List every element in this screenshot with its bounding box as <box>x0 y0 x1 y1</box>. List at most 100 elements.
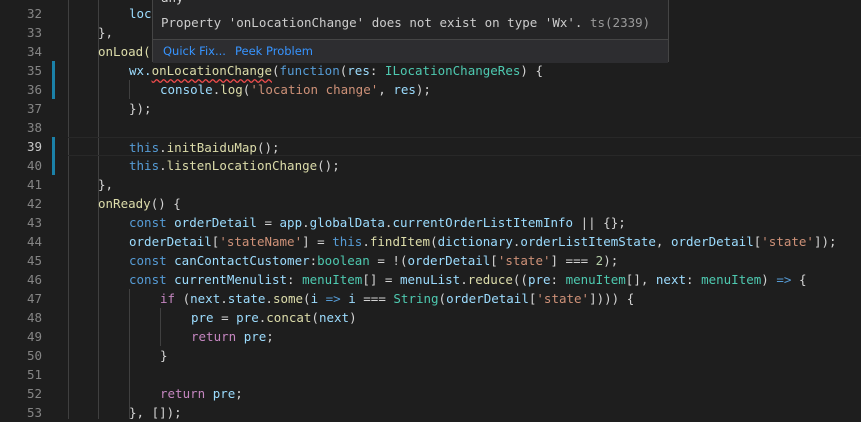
token: ) <box>761 272 777 287</box>
token: const <box>129 272 175 287</box>
token: menuList <box>399 272 461 287</box>
code-line: wx.onLocationChange(function(res: ILocat… <box>68 61 861 80</box>
code-editor[interactable]: 32 33 34 35 36 37 38 39 40 41 42 43 44 4… <box>0 0 861 420</box>
line-number-gutter[interactable]: 32 33 34 35 36 37 38 39 40 41 42 43 44 4… <box>0 0 68 420</box>
token: () { <box>150 196 181 211</box>
token: ); <box>603 253 619 268</box>
token: = !( <box>369 253 408 268</box>
line-number: 52 <box>26 386 42 401</box>
token: ]))) { <box>589 291 635 306</box>
peek-problem-link[interactable]: Peek Problem <box>235 44 313 58</box>
modified-line-marker[interactable] <box>52 156 55 175</box>
quick-fix-link[interactable]: Quick Fix... <box>163 44 226 58</box>
token: }, <box>98 177 114 192</box>
error-token[interactable]: onLocationChange <box>152 63 272 78</box>
token: }, <box>98 25 114 40</box>
token: onReady <box>98 196 151 211</box>
token: return <box>191 329 244 344</box>
token: next <box>190 291 221 306</box>
code-line: pre = pre.concat(next) <box>68 308 861 327</box>
hover-actions-bar: Quick Fix... Peek Problem <box>153 39 668 63</box>
token: ( <box>175 291 191 306</box>
token: [ <box>490 253 498 268</box>
token: ( <box>303 291 311 306</box>
token: : <box>686 272 702 287</box>
code-line: this.listenLocationChange(); <box>68 156 861 175</box>
token: => <box>776 272 792 287</box>
token: i <box>310 291 319 306</box>
token: === <box>355 291 394 306</box>
token: orderDetail <box>407 253 491 268</box>
token: this <box>129 158 160 173</box>
code-line: } <box>68 346 861 365</box>
token: globalData <box>309 215 385 230</box>
token: some <box>272 291 304 306</box>
token: ( <box>438 291 447 306</box>
token: ]); <box>813 234 837 249</box>
modified-line-marker[interactable] <box>52 137 55 156</box>
code-line: console.log('location change', res); <box>68 80 861 99</box>
line-number: 32 <box>26 6 42 21</box>
token: => <box>318 291 349 306</box>
token: } <box>160 348 168 363</box>
token: 'location change' <box>250 82 379 97</box>
token: console <box>160 82 213 97</box>
token: ] === <box>550 253 596 268</box>
modified-line-marker[interactable] <box>52 61 55 80</box>
code-line: }, <box>68 175 861 194</box>
token: this <box>129 140 160 155</box>
token: orderListItemState <box>520 234 656 249</box>
token: ( <box>430 234 438 249</box>
line-number: 53 <box>26 405 42 420</box>
token: [] = <box>362 272 400 287</box>
token: ) { <box>520 63 543 78</box>
token: currentOrderListItemInfo <box>392 215 574 230</box>
token: }); <box>129 101 152 116</box>
token: . <box>362 234 370 249</box>
token: orderDetail <box>174 215 257 230</box>
modified-line-marker[interactable] <box>52 80 55 99</box>
hover-type-text: any <box>161 0 184 5</box>
line-number: 36 <box>26 82 42 97</box>
token: const <box>129 215 175 230</box>
token: listenLocationChange <box>166 158 318 173</box>
token: ; <box>235 386 243 401</box>
token: ( <box>311 310 319 325</box>
token: initBaiduMap <box>166 140 257 155</box>
line-number: 40 <box>26 158 42 173</box>
token: i <box>348 291 356 306</box>
code-line: const canContactCustomer:boolean = !(ord… <box>68 251 861 270</box>
code-line: if (next.state.some(i => i === String(or… <box>68 289 861 308</box>
line-number: 51 <box>26 367 42 382</box>
token: : <box>550 272 566 287</box>
line-number: 42 <box>26 196 42 211</box>
token: }, []); <box>129 405 182 420</box>
token: next <box>318 310 350 325</box>
token: (( <box>512 272 528 287</box>
token: this <box>332 234 363 249</box>
token: pre <box>243 329 267 344</box>
token: [], <box>625 272 656 287</box>
token: ; <box>266 329 274 344</box>
token: orderDetail <box>446 291 529 306</box>
token: pre <box>236 310 259 325</box>
token: findItem <box>369 234 431 249</box>
code-line: const orderDetail = app.globalData.curre… <box>68 213 861 232</box>
token: (); <box>256 140 280 155</box>
token: = <box>256 215 280 230</box>
token: (); <box>317 158 340 173</box>
token: , <box>378 82 394 97</box>
line-number: 35 <box>26 63 42 78</box>
error-hover-widget[interactable]: any Property 'onLocationChange' does not… <box>152 0 669 63</box>
hover-error-message: Property 'onLocationChange' does not exi… <box>161 15 650 30</box>
token: String <box>393 291 439 306</box>
token: concat <box>266 310 312 325</box>
token: 'stateName' <box>219 234 303 249</box>
token: app <box>279 215 303 230</box>
token: orderDetail <box>129 234 212 249</box>
token: res <box>347 63 370 78</box>
token: function <box>279 63 340 78</box>
code-line: }); <box>68 99 861 118</box>
line-number-active: 39 <box>26 139 42 154</box>
token: ) <box>349 310 357 325</box>
